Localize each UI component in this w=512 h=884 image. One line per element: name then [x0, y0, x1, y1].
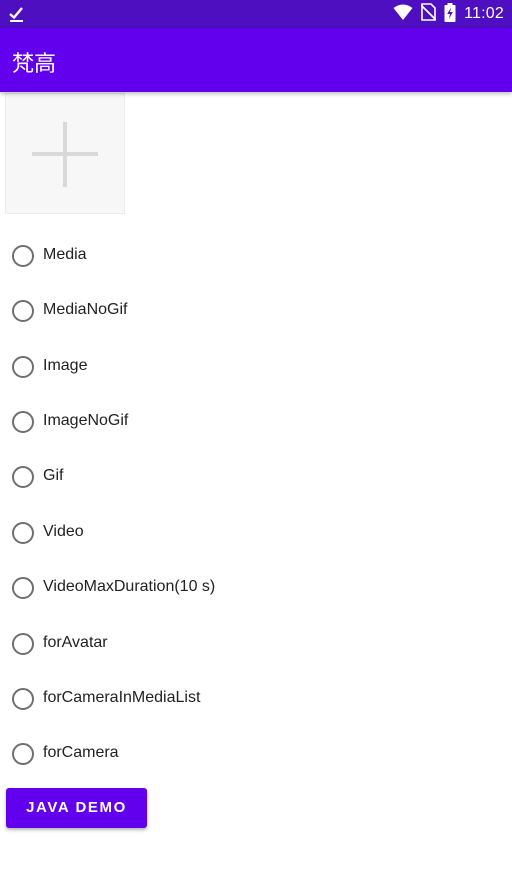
- radio-option-videomaxduration[interactable]: VideoMaxDuration(10 s): [0, 569, 512, 609]
- radio-label: Image: [43, 357, 88, 374]
- radio-label: MediaNoGif: [43, 301, 128, 318]
- download-done-icon: [8, 5, 26, 23]
- radio-label: forAvatar: [43, 634, 108, 651]
- radio-button[interactable]: [12, 743, 34, 765]
- radio-option-imagenogif[interactable]: ImageNoGif: [0, 403, 512, 443]
- radio-label: Video: [43, 523, 84, 540]
- radio-label: Media: [43, 246, 87, 263]
- radio-option-media[interactable]: Media: [0, 237, 512, 277]
- radio-label: forCameraInMediaList: [43, 689, 201, 706]
- radio-label: VideoMaxDuration(10 s): [43, 578, 216, 595]
- radio-option-image[interactable]: Image: [0, 348, 512, 388]
- radio-option-video[interactable]: Video: [0, 514, 512, 554]
- radio-label: forCamera: [43, 744, 119, 761]
- app-title: 梵高: [12, 52, 57, 77]
- radio-button[interactable]: [12, 688, 34, 710]
- plus-icon: [32, 122, 98, 187]
- radio-button[interactable]: [12, 411, 34, 433]
- radio-label: Gif: [43, 467, 64, 484]
- radio-option-foravatar[interactable]: forAvatar: [0, 625, 512, 665]
- radio-button[interactable]: [12, 356, 34, 378]
- radio-label: ImageNoGif: [43, 412, 129, 429]
- radio-button[interactable]: [12, 522, 34, 544]
- radio-button[interactable]: [12, 577, 34, 599]
- radio-option-forcamera[interactable]: forCamera: [0, 735, 512, 775]
- status-time: 11:02: [464, 5, 504, 22]
- add-image-tile[interactable]: [5, 93, 125, 214]
- battery-charging-icon: [444, 2, 456, 26]
- radio-option-gif[interactable]: Gif: [0, 458, 512, 498]
- radio-option-forcamerainmedialist[interactable]: forCameraInMediaList: [0, 680, 512, 720]
- radio-button[interactable]: [12, 466, 34, 488]
- radio-option-medianogif[interactable]: MediaNoGif: [0, 292, 512, 332]
- app-bar: 梵高: [0, 28, 512, 92]
- status-bar: 11:02: [0, 0, 512, 28]
- wifi-icon: [393, 3, 413, 25]
- no-sim-icon: [420, 3, 437, 25]
- radio-button[interactable]: [12, 245, 34, 267]
- radio-button[interactable]: [12, 300, 34, 322]
- java-demo-button[interactable]: JAVA DEMO: [6, 788, 147, 828]
- radio-button[interactable]: [12, 633, 34, 655]
